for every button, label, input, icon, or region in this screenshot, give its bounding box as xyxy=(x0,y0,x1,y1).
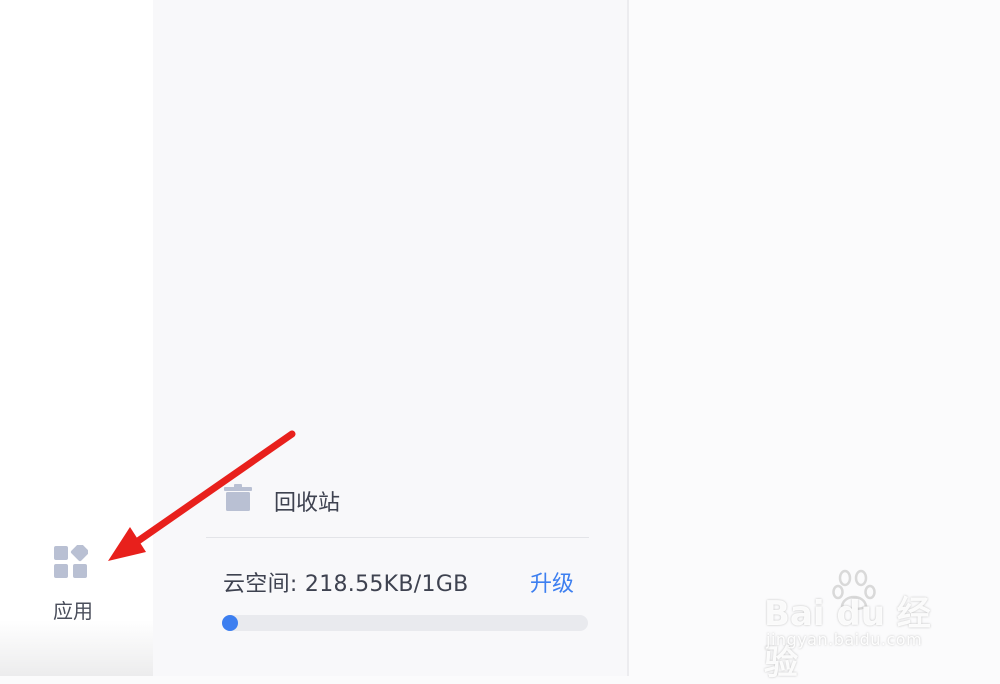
section-divider xyxy=(206,537,589,538)
trash-label: 回收站 xyxy=(274,491,341,516)
rail-bottom-shadow xyxy=(0,620,153,676)
upgrade-link[interactable]: 升级 xyxy=(530,566,574,598)
storage-usage-text: 云空间: 218.55KB/1GB xyxy=(223,572,469,597)
storage-progress-bar xyxy=(222,615,588,631)
storage-progress-fill xyxy=(222,615,238,631)
apps-nav-item[interactable]: 应用 xyxy=(40,540,106,628)
apps-label: 应用 xyxy=(53,599,93,623)
content-area xyxy=(629,0,1000,676)
left-rail: 应用 xyxy=(0,0,153,676)
trash-icon xyxy=(224,484,252,511)
apps-grid-icon xyxy=(54,545,88,578)
trash-nav-item[interactable]: 回收站 xyxy=(222,478,582,518)
